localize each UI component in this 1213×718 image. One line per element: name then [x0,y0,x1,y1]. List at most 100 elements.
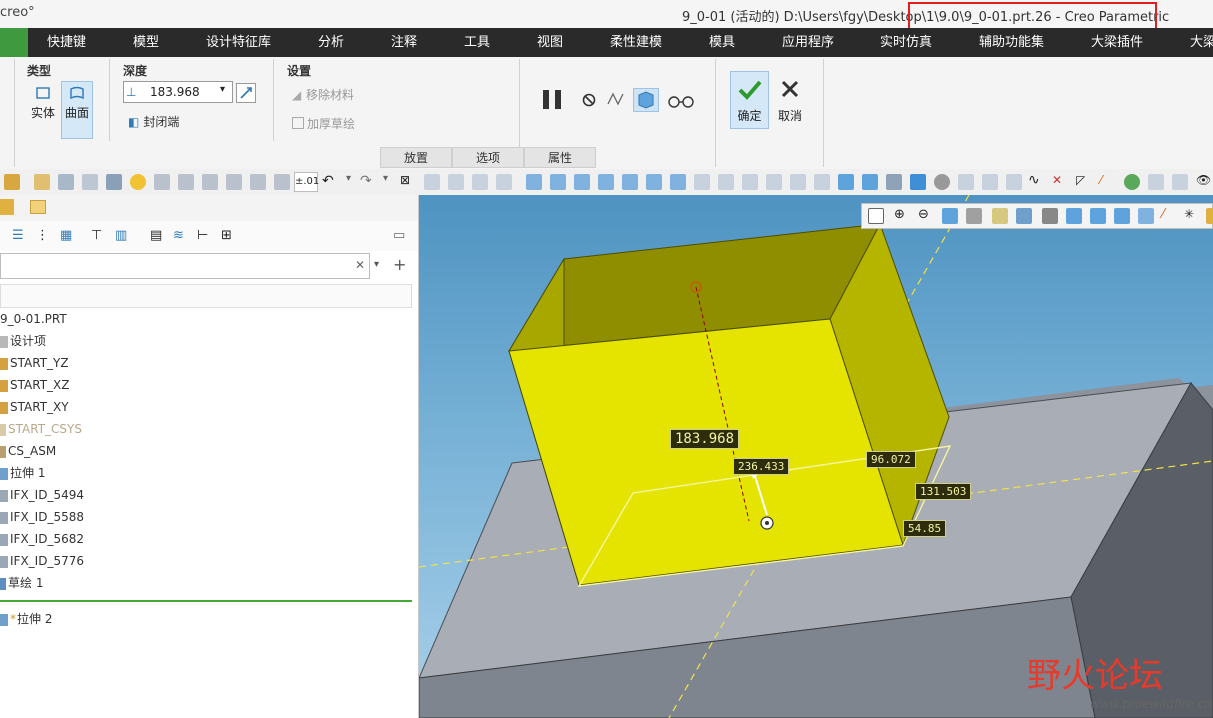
tree-columns-icon[interactable]: ⋮ [36,228,49,243]
menu-view[interactable]: 视图 [537,28,563,57]
chevron-down-icon[interactable]: ▾ [220,84,225,95]
tab-options[interactable]: 选项 [452,147,524,168]
layers-icon[interactable]: ▤ [150,228,162,243]
ruler-icon[interactable] [694,174,710,190]
tree-settings-icon[interactable]: ▦ [60,228,72,243]
dim-depth[interactable]: 183.968 [670,429,740,449]
insert-here-marker[interactable] [0,600,412,602]
search-dropdown-icon[interactable]: ▾ [374,259,379,270]
annotation-display-icon[interactable] [1090,208,1106,224]
menu-annotate[interactable]: 注释 [391,28,417,57]
datum-display-icon[interactable] [1114,208,1130,224]
wave-icon[interactable]: ∿ [1028,172,1040,188]
visibility-icon[interactable]: 👁 [1196,173,1211,187]
saved-views-icon[interactable] [992,208,1008,224]
measure-icon[interactable] [670,174,686,190]
book-icon[interactable] [814,174,830,190]
graphics-window[interactable]: 183.968 236.433 96.072 131.503 54.85 [419,195,1213,718]
show-icon[interactable] [1172,174,1188,190]
tree-filter-icon[interactable]: ⊤ [91,228,102,243]
tree-item-start-xy[interactable]: START_XY [0,396,69,418]
tree-item-part[interactable]: 9_0-01.PRT [0,308,67,330]
tab-properties[interactable]: 属性 [524,147,596,168]
line-icon[interactable]: ⁄ [1100,173,1102,187]
move-icon[interactable] [226,174,242,190]
tree-item-start-csys[interactable]: START_CSYS [0,418,82,440]
solid-button[interactable]: 实体 [27,81,59,125]
csys-display-icon[interactable]: ⁄ [1162,207,1164,222]
capped-ends-option[interactable]: ◧ 封闭端 [128,113,179,130]
add-filter-icon[interactable]: + [393,255,406,274]
geometry-preview-icon[interactable] [605,90,627,110]
image-icon[interactable] [910,174,926,190]
graph-icon[interactable] [496,174,512,190]
save-icon[interactable] [106,174,122,190]
eye-icon[interactable] [886,174,902,190]
tree-item-extrude-2[interactable]: *拉伸 2 [0,608,52,630]
model-canvas[interactable] [419,195,1213,718]
grid-icon[interactable] [622,174,638,190]
trim-icon[interactable] [982,174,998,190]
tree-item-start-xz[interactable]: START_XZ [0,374,69,396]
hierarchy-icon[interactable]: ⊢ [197,228,208,243]
undo-dropdown-icon[interactable]: ▾ [346,173,351,184]
zoom-in-icon[interactable]: ⊕ [894,207,905,222]
tree-item-start-yz[interactable]: START_YZ [0,352,69,374]
tree-item-extrude-1[interactable]: 拉伸 1 [0,462,45,484]
tree-item-ifx-5682[interactable]: IFX_ID_5682 [0,528,84,550]
close-window-icon[interactable] [82,174,98,190]
menu-beam-plugin[interactable]: 大梁插件 [1091,28,1143,57]
zoom-out-icon[interactable]: ⊖ [918,207,929,222]
tab-placement[interactable]: 放置 [380,147,452,168]
flip-direction-button[interactable] [236,83,256,103]
paste-special-icon[interactable] [766,174,782,190]
menu-beam[interactable]: 大梁 [1190,28,1213,57]
view-manager-icon[interactable] [1016,208,1032,224]
surface-button[interactable]: 曲面 [61,81,93,139]
tree-search-input[interactable]: ✕ [0,253,370,279]
menu-tools[interactable]: 工具 [464,28,490,57]
open-icon[interactable] [34,174,50,190]
curve-icon[interactable] [550,174,566,190]
depth-value[interactable]: 183.968 [150,85,200,99]
tree-item-design-items[interactable]: 设计项 [0,330,46,352]
copy-geom-icon[interactable] [718,174,734,190]
paste-icon[interactable] [274,174,290,190]
point-display-icon[interactable]: ✳ [1184,207,1194,221]
copy-icon[interactable] [154,174,170,190]
dim-offset[interactable]: 131.503 [915,483,972,500]
intersect-icon[interactable]: ✕ [1052,173,1062,187]
offset-icon[interactable]: ◸ [1076,173,1085,187]
ok-button[interactable]: 确定 [730,71,769,129]
menu-analysis[interactable]: 分析 [318,28,344,57]
redo-dropdown-icon[interactable]: ▾ [383,173,388,184]
perspective-icon[interactable] [1042,208,1058,224]
tree-item-cs-asm[interactable]: CS_ASM [0,440,56,462]
depth-type-icon[interactable]: ⊥ [126,84,144,100]
datum-icon[interactable] [598,174,614,190]
tree-list-icon[interactable]: ☰ [12,228,24,243]
cylinder-icon[interactable] [862,174,878,190]
menu-applications[interactable]: 应用程序 [782,28,834,57]
rect-icon[interactable] [790,174,806,190]
pattern-icon[interactable] [202,174,218,190]
structure-icon[interactable]: ⊞ [221,228,232,243]
tree-item-ifx-5776[interactable]: IFX_ID_5776 [0,550,84,572]
section-icon[interactable] [1066,208,1082,224]
redo-icon[interactable]: ↷ [360,173,372,189]
solid-view-icon[interactable] [838,174,854,190]
sketch-icon[interactable] [574,174,590,190]
menu-live-simulation[interactable]: 实时仿真 [880,28,932,57]
folder-browser-tab-icon[interactable] [30,200,46,214]
repaint-icon[interactable] [942,208,958,224]
spline-icon[interactable] [958,174,974,190]
tool-icon-c[interactable] [472,174,488,190]
group-icon[interactable] [250,174,266,190]
plane-display-icon[interactable] [1206,208,1213,224]
extend-icon[interactable] [1006,174,1022,190]
dim-width[interactable]: 96.072 [866,451,916,468]
clear-search-icon[interactable]: ✕ [355,258,365,272]
menu-model[interactable]: 模型 [133,28,159,57]
tree-doc-icon[interactable]: ▭ [393,228,405,243]
dim-length[interactable]: 236.433 [733,458,790,475]
